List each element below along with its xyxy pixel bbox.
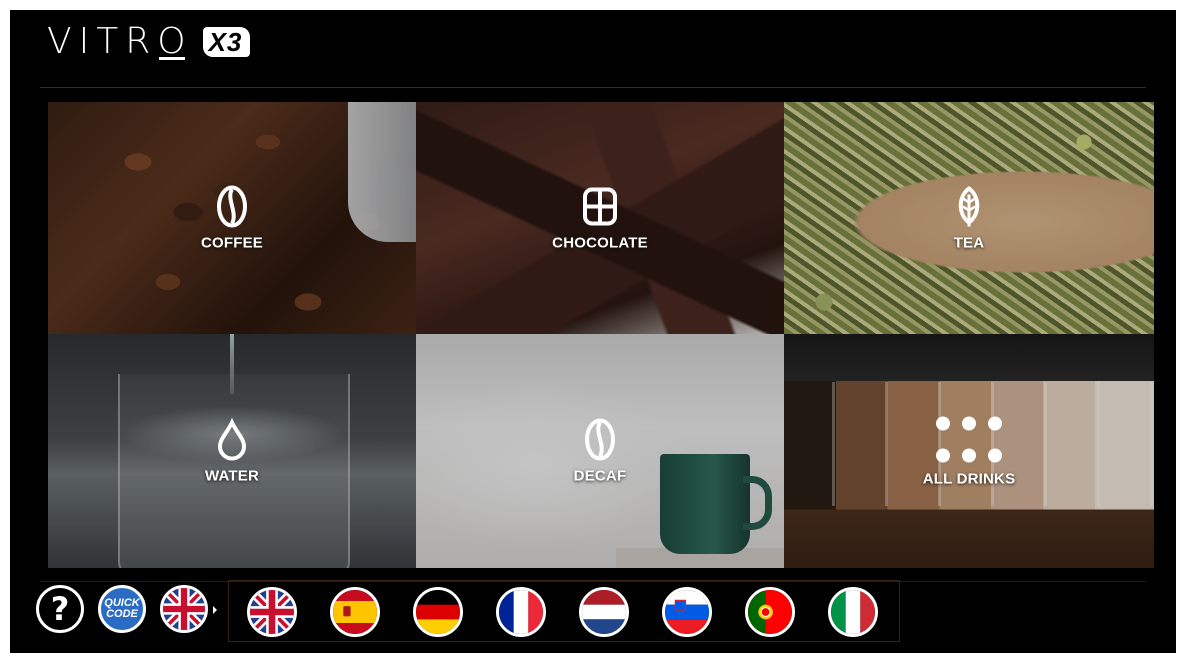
category-tile-water[interactable]: WATER: [48, 334, 416, 568]
kiosk-screen: VITRO X3 COFFEE CHOCOLATE TEA WATER DECA…: [10, 10, 1176, 653]
italy-flag-icon: [831, 590, 875, 634]
chocolate-bar-icon: [583, 187, 617, 226]
category-label: DECAF: [573, 467, 627, 485]
header-divider: [40, 87, 1146, 88]
water-drop-icon: [217, 417, 247, 461]
language-option-slovenian[interactable]: [662, 587, 712, 637]
language-option-portuguese[interactable]: [745, 587, 795, 637]
uk-flag-icon: [250, 590, 294, 634]
category-label: TEA: [953, 234, 985, 252]
grid-dots-icon: [936, 416, 1002, 463]
uk-flag-icon: [163, 588, 205, 630]
netherlands-flag-icon: [582, 590, 626, 634]
coffee-bean-icon: [585, 418, 615, 461]
category-tile-tea[interactable]: TEA: [784, 102, 1154, 334]
category-tile-chocolate[interactable]: CHOCOLATE: [416, 102, 784, 334]
quick-code-button[interactable]: QUICK CODE: [98, 585, 146, 633]
language-expand-caret-icon: [213, 606, 217, 614]
language-option-english[interactable]: [247, 587, 297, 637]
category-tile-coffee[interactable]: COFFEE: [48, 102, 416, 334]
category-label: ALL DRINKS: [922, 470, 1016, 488]
language-option-german[interactable]: [413, 587, 463, 637]
category-label: COFFEE: [200, 234, 264, 252]
logo-word: VITRO: [47, 21, 193, 62]
portugal-flag-icon: [748, 590, 792, 634]
category-tile-all-drinks[interactable]: ALL DRINKS: [784, 334, 1154, 568]
help-button[interactable]: ?: [36, 585, 84, 633]
language-option-french[interactable]: [496, 587, 546, 637]
language-option-spanish[interactable]: [330, 587, 380, 637]
france-flag-icon: [499, 590, 543, 634]
drink-category-grid: COFFEE CHOCOLATE TEA WATER DECAF ALL DRI…: [48, 102, 1154, 568]
vitro-x3-logo: VITRO X3: [47, 21, 251, 62]
slovenia-flag-icon: [665, 590, 709, 634]
tea-leaf-icon: [958, 186, 980, 227]
category-tile-decaf[interactable]: DECAF: [416, 334, 784, 568]
spain-flag-icon: [333, 590, 377, 634]
language-selector-bar: [228, 580, 900, 642]
language-option-italian[interactable]: [828, 587, 878, 637]
germany-flag-icon: [416, 590, 460, 634]
coffee-bean-icon: [217, 185, 247, 228]
category-label: CHOCOLATE: [552, 234, 648, 252]
language-option-dutch[interactable]: [579, 587, 629, 637]
category-label: WATER: [204, 467, 260, 485]
current-language-button[interactable]: [160, 585, 208, 633]
quick-code-label-line2: CODE: [106, 608, 138, 620]
logo-badge: X3: [202, 27, 251, 57]
